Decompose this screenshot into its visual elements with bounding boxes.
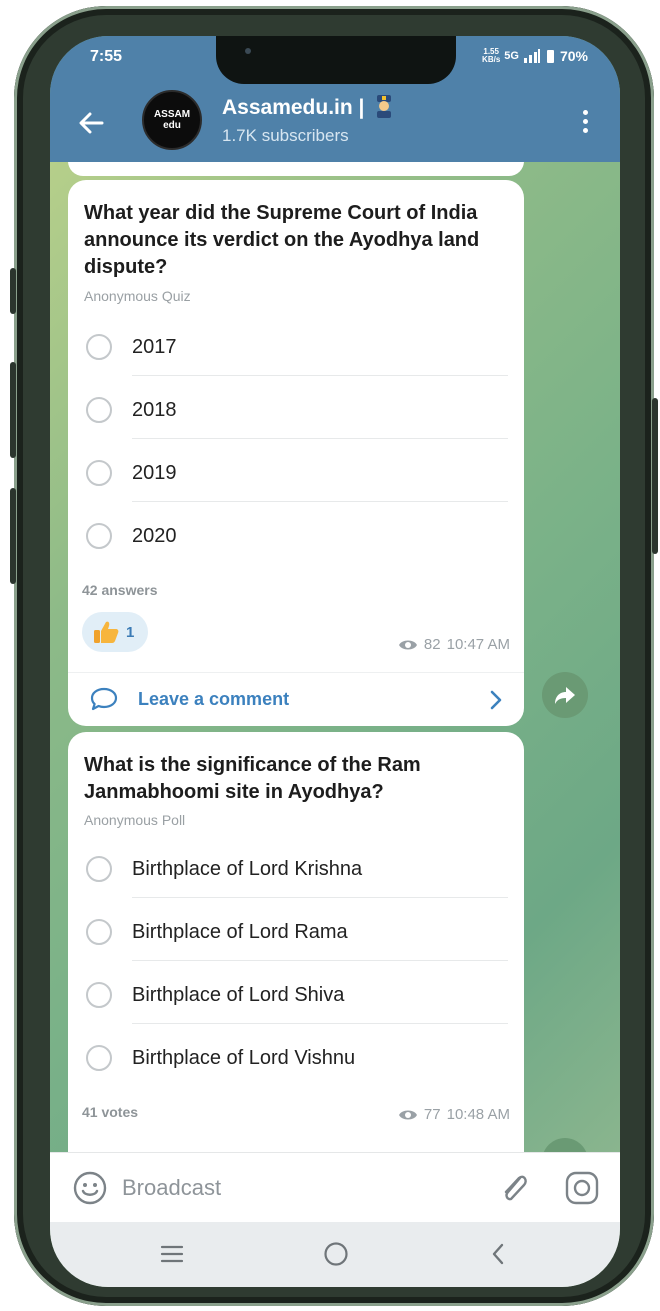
silent-switch xyxy=(10,268,16,314)
camera-notch xyxy=(216,36,456,84)
quiz-question: What year did the Supreme Court of India… xyxy=(84,202,480,278)
radio-button[interactable] xyxy=(86,397,112,423)
thumbs-up-icon xyxy=(94,621,119,643)
phone-screen: 7:55 1.55 KB/s 5G 70% ASSAM edu Assamedu… xyxy=(50,36,620,1287)
recent-apps-icon xyxy=(160,1245,184,1263)
poll-question: What is the significance of the Ram Janm… xyxy=(84,754,421,803)
poll-option[interactable]: Birthplace of Lord Vishnu xyxy=(84,1025,508,1087)
attach-icon[interactable] xyxy=(498,1170,532,1206)
avatar-text: ASSAM xyxy=(153,109,191,120)
divider xyxy=(132,438,508,439)
radio-button[interactable] xyxy=(86,460,112,486)
reaction-count: 1 xyxy=(126,623,135,641)
answer-count: 42 answers xyxy=(82,582,158,598)
network-speed: 1.55 KB/s xyxy=(482,48,500,64)
radio-button[interactable] xyxy=(86,982,112,1008)
network-type: 5G xyxy=(504,50,519,62)
power-button xyxy=(652,398,658,554)
radio-button[interactable] xyxy=(86,334,112,360)
message-time: 10:47 AM xyxy=(446,636,510,653)
comment-icon xyxy=(90,687,118,711)
option-label: Birthplace of Lord Rama xyxy=(132,921,348,943)
police-officer-emoji-icon xyxy=(377,95,392,118)
radio-button[interactable] xyxy=(86,856,112,882)
chevron-right-icon xyxy=(490,690,502,710)
more-options-icon[interactable] xyxy=(572,104,598,138)
message-meta: 82 10:47 AM xyxy=(398,636,510,653)
quiz-type-label: Anonymous Quiz xyxy=(84,288,191,304)
message-time: 10:48 AM xyxy=(446,1106,510,1123)
previous-message-bubble xyxy=(68,162,524,176)
divider xyxy=(132,960,508,961)
option-label: Birthplace of Lord Vishnu xyxy=(132,1047,356,1069)
radio-button[interactable] xyxy=(86,523,112,549)
thumbs-up-reaction[interactable]: 1 xyxy=(82,612,149,652)
system-navigation-bar xyxy=(50,1222,620,1287)
home-button[interactable] xyxy=(306,1232,366,1276)
divider xyxy=(132,375,508,376)
battery-level: 70% xyxy=(559,48,588,64)
signal-icon xyxy=(523,49,540,63)
quiz-option[interactable]: 2020 xyxy=(84,503,508,565)
back-arrow-icon[interactable] xyxy=(76,108,106,138)
option-label: 2019 xyxy=(132,462,177,484)
divider xyxy=(132,897,508,898)
radio-button[interactable] xyxy=(86,1045,112,1071)
view-count: 82 xyxy=(423,636,441,653)
option-label: 2018 xyxy=(132,399,177,421)
poll-option[interactable]: Birthplace of Lord Shiva xyxy=(84,962,508,1024)
divider xyxy=(132,1023,508,1024)
channel-name: Assamedu.in | xyxy=(222,96,365,119)
emoji-icon[interactable] xyxy=(72,1170,108,1206)
back-button[interactable] xyxy=(468,1232,528,1276)
volume-up-button xyxy=(10,362,16,458)
view-count: 77 xyxy=(423,1106,441,1123)
share-button[interactable] xyxy=(542,672,588,718)
chat-area[interactable]: What year did the Supreme Court of India… xyxy=(50,162,620,1152)
quiz-message: What year did the Supreme Court of India… xyxy=(68,180,524,726)
camera-icon[interactable] xyxy=(564,1170,600,1206)
poll-message: What is the significance of the Ram Janm… xyxy=(68,732,524,1152)
app-header: 7:55 1.55 KB/s 5G 70% ASSAM edu Assamedu… xyxy=(50,36,620,162)
quiz-option[interactable]: 2017 xyxy=(84,314,508,376)
option-label: Birthplace of Lord Krishna xyxy=(132,858,363,880)
option-label: Birthplace of Lord Shiva xyxy=(132,984,345,1006)
divider xyxy=(132,501,508,502)
eye-icon xyxy=(398,1110,417,1119)
quiz-option[interactable]: 2018 xyxy=(84,377,508,439)
channel-title[interactable]: Assamedu.in | xyxy=(222,94,394,120)
recent-apps-button[interactable] xyxy=(142,1232,202,1276)
back-chevron-icon xyxy=(492,1243,504,1265)
leave-comment-button[interactable]: Leave a comment xyxy=(68,672,524,726)
avatar-text-sub: edu xyxy=(163,120,181,131)
radio-button[interactable] xyxy=(86,919,112,945)
poll-option[interactable]: Birthplace of Lord Rama xyxy=(84,899,508,961)
home-circle-icon xyxy=(324,1242,348,1266)
share-button[interactable] xyxy=(542,1138,588,1152)
message-meta: 77 10:48 AM xyxy=(398,1106,510,1123)
share-arrow-icon xyxy=(555,687,575,704)
poll-type-label: Anonymous Poll xyxy=(84,812,186,828)
message-input-bar xyxy=(50,1152,620,1222)
subscriber-count: 1.7K subscribers xyxy=(222,126,349,145)
battery-icon xyxy=(546,49,554,63)
camera-icon-dot xyxy=(245,48,251,54)
broadcast-input[interactable] xyxy=(122,1169,422,1207)
status-indicators: 1.55 KB/s 5G 70% xyxy=(482,48,588,65)
quiz-option[interactable]: 2019 xyxy=(84,440,508,502)
network-speed-unit: KB/s xyxy=(482,55,501,64)
channel-avatar[interactable]: ASSAM edu xyxy=(142,90,202,150)
option-label: 2017 xyxy=(132,336,177,358)
option-label: 2020 xyxy=(132,525,177,547)
eye-icon xyxy=(398,640,417,649)
comment-label: Leave a comment xyxy=(138,689,290,709)
vote-count: 41 votes xyxy=(82,1104,139,1120)
poll-option[interactable]: Birthplace of Lord Krishna xyxy=(84,836,508,898)
volume-down-button xyxy=(10,488,16,584)
status-time: 7:55 xyxy=(90,48,123,65)
